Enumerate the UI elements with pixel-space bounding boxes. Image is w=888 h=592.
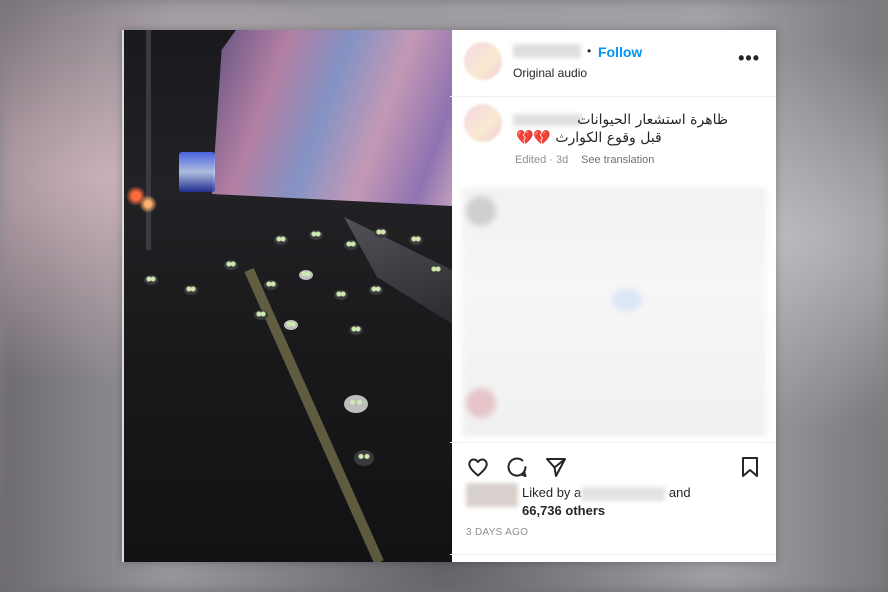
caption-text-line1: ظاهرة استشعار الحيوانات [577,112,728,128]
traffic-lights [124,180,164,220]
cat [369,285,383,295]
cat [284,320,298,330]
instagram-post: • Follow Original audio ••• ظاهرة استشعا… [122,30,776,562]
building-mural [212,30,452,206]
liker-name-prefix[interactable]: a [574,485,581,500]
cat [344,240,358,250]
cat [349,325,363,335]
liker-name-blurred[interactable] [581,486,666,501]
bookmark-icon[interactable] [738,455,762,479]
cat [409,235,423,245]
cat [334,290,348,300]
separator-dot: • [587,44,592,58]
send-icon[interactable] [544,455,568,479]
heart-icon[interactable] [466,455,490,479]
post-header: • Follow Original audio ••• [450,30,776,97]
cat [374,228,388,238]
divider [450,554,776,555]
cat [429,265,443,275]
post-video[interactable] [122,30,452,562]
follow-button[interactable]: Follow [598,44,642,60]
edited-timestamp: Edited · 3d [515,154,569,166]
caption-avatar[interactable] [464,104,502,142]
broken-heart-icon: 💔💔 [516,130,551,146]
caption-text-line2: قبل وقوع الكوارث 💔💔 [516,130,662,146]
cat [344,395,368,413]
cat [309,230,323,240]
cat [274,235,288,245]
cat [224,260,238,270]
original-audio-link[interactable]: Original audio [513,66,587,80]
post-time-ago[interactable]: 3 DAYS AGO [466,527,528,538]
bus [179,152,215,192]
liked-by-text: Liked by a and [522,485,691,501]
action-bar [450,442,776,483]
comments-blurred [462,188,766,436]
cat [144,275,158,285]
caption-text-line2-words: قبل وقوع الكوارث [555,130,662,146]
and-label: and [668,485,691,500]
cat [264,280,278,290]
cat [254,310,268,320]
cat [354,450,374,466]
caption: ظاهرة استشعار الحيوانات قبل وقوع الكوارث… [450,96,776,188]
more-options-icon[interactable]: ••• [738,48,760,69]
cat [184,285,198,295]
comment-icon[interactable] [505,455,529,479]
likes-count[interactable]: 66,736 others [522,503,605,518]
liked-by-label: Liked by [522,485,571,500]
author-avatar[interactable] [464,42,502,80]
caption-username-blurred[interactable] [513,114,583,126]
author-username-blurred[interactable] [513,44,581,58]
cat [299,270,313,280]
see-translation-link[interactable]: See translation [581,154,654,166]
post-sidebar: • Follow Original audio ••• ظاهرة استشعا… [450,30,776,562]
likes-avatar-blurred[interactable] [466,483,518,507]
